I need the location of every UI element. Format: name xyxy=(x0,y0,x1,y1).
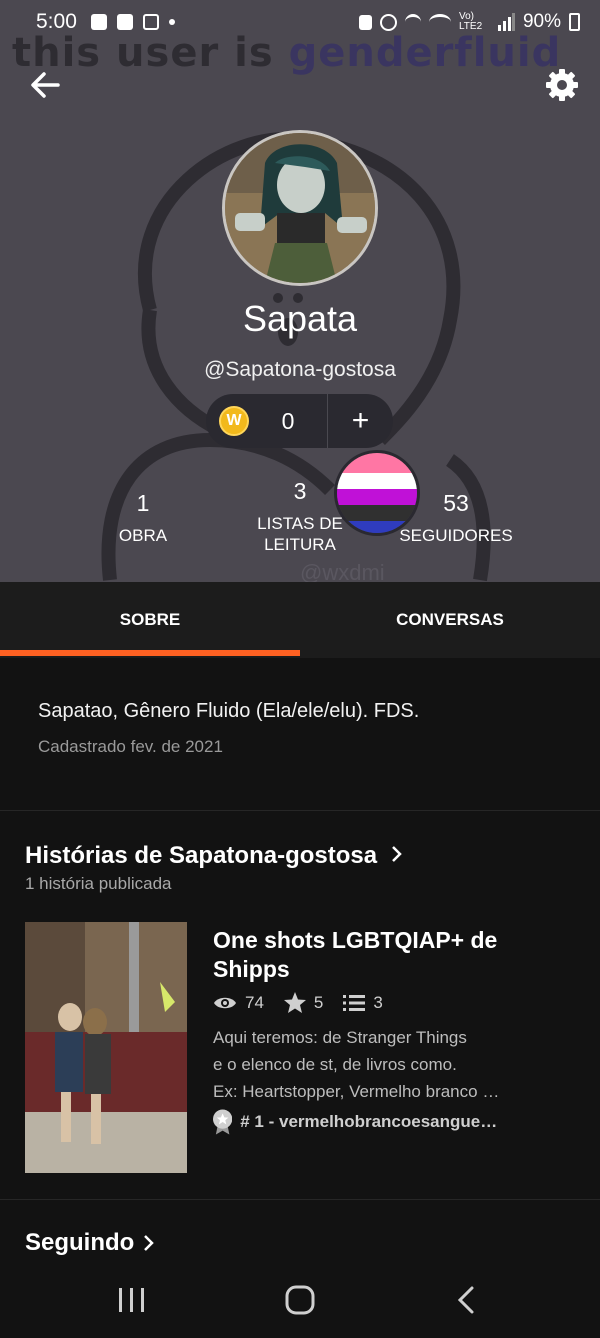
more-notifications-dot-icon xyxy=(168,19,175,25)
stories-count: 1 história publicada xyxy=(25,874,172,893)
gear-icon xyxy=(546,69,578,101)
back-chevron-icon xyxy=(457,1286,474,1314)
story-cover[interactable] xyxy=(25,922,187,1173)
stories-section-header[interactable]: Histórias de Sapatona-gostosa xyxy=(25,842,404,870)
system-icons: Vo) LTE2 90% xyxy=(358,11,580,33)
avatar[interactable] xyxy=(222,130,378,286)
stat-reading-lists[interactable]: 3 LISTAS DE LEITURA xyxy=(240,478,360,555)
list-icon xyxy=(343,994,366,1011)
status-bar: 5:00 Vo) LTE2 90% xyxy=(0,0,600,44)
story-reads-count: 74 xyxy=(245,992,264,1012)
stat-works-label: OBRA xyxy=(118,526,168,545)
profile-tabs: SOBRE CONVERSAS xyxy=(0,582,600,658)
display-name: Sapata xyxy=(242,298,358,339)
section-divider xyxy=(0,1199,600,1200)
arrow-left-icon xyxy=(31,72,60,98)
network-label: Vo) LTE2 xyxy=(458,11,483,32)
wifi-icon xyxy=(428,14,451,30)
stat-followers-label: SEGUIDORES xyxy=(399,526,513,545)
notification-icons xyxy=(90,14,175,30)
home-icon xyxy=(285,1285,315,1315)
tab-about[interactable]: SOBRE xyxy=(0,582,300,658)
coins-widget: W 0 + xyxy=(206,394,393,448)
alarm-icon xyxy=(379,13,397,31)
stat-reading-lists-value: 3 xyxy=(293,478,307,504)
story-rank-text: # 1 - vermelhobrancoesangueazul xyxy=(240,1112,503,1131)
buy-coins-button[interactable]: + xyxy=(328,404,393,438)
camera-icon xyxy=(116,14,133,30)
story-description-line: Aqui teremos: de Stranger Things xyxy=(213,1028,467,1047)
download-icon xyxy=(142,14,159,30)
story-cover-image xyxy=(25,922,187,1173)
stories-section-title: Histórias de Sapatona-gostosa xyxy=(25,842,378,869)
lock-icon xyxy=(358,14,372,30)
coin-count: 0 xyxy=(281,407,295,434)
story-title[interactable]: One shots LGBTQIAP+ de Shipps xyxy=(213,926,543,984)
joined-date: Cadastrado fev. de 2021 xyxy=(38,737,223,756)
status-time: 5:00 xyxy=(36,10,77,33)
story-reads: 74 xyxy=(213,993,264,1013)
signal-icon xyxy=(497,13,515,31)
watermark: @wxdmi xyxy=(300,560,385,582)
recent-apps-icon xyxy=(119,1288,144,1312)
story-stats: 74 5 3 xyxy=(213,992,395,1013)
story-parts: 3 xyxy=(343,992,383,1013)
settings-button[interactable] xyxy=(545,68,579,102)
story-votes: 5 xyxy=(283,992,324,1013)
coin-icon: W xyxy=(219,406,249,436)
home-button[interactable] xyxy=(280,1282,320,1318)
avatar-image xyxy=(225,133,375,283)
following-section-header[interactable]: Seguindo xyxy=(25,1229,156,1257)
active-tab-indicator xyxy=(0,650,300,656)
following-title: Seguindo xyxy=(25,1229,135,1256)
battery-icon xyxy=(569,13,580,31)
story-description-line: Ex: Heartstopper, Vermelho branco e sang… xyxy=(213,1082,503,1101)
android-nav-bar xyxy=(0,1262,600,1338)
recent-apps-button[interactable] xyxy=(112,1282,152,1318)
stat-works-value: 1 xyxy=(136,490,150,516)
image-icon xyxy=(90,14,107,30)
story-description: Aqui teremos: de Stranger Things e o ele… xyxy=(213,1024,503,1105)
story-rank[interactable]: # 1 - vermelhobrancoesangueazul xyxy=(213,1109,503,1135)
mute-icon xyxy=(404,14,421,30)
battery-percent: 90% xyxy=(522,11,561,32)
back-nav-button[interactable] xyxy=(448,1282,488,1318)
ranking-badge-icon xyxy=(213,1109,233,1135)
chevron-right-icon xyxy=(391,846,402,862)
chevron-right-icon xyxy=(144,1235,155,1251)
story-parts-count: 3 xyxy=(373,992,383,1012)
stat-followers-value: 53 xyxy=(443,490,469,516)
about-section: Sapatao, Gênero Fluido (Ela/ele/elu). FD… xyxy=(38,700,578,757)
username: @Sapatona-gostosa xyxy=(204,358,396,381)
tab-conversations[interactable]: CONVERSAS xyxy=(300,582,600,658)
stat-works[interactable]: 1 OBRA xyxy=(100,490,186,546)
story-description-line: e o elenco de st, de livros como. xyxy=(213,1055,457,1074)
section-divider xyxy=(0,810,600,811)
stat-reading-lists-label: LISTAS DE LEITURA xyxy=(257,514,343,554)
bio-text: Sapatao, Gênero Fluido (Ela/ele/elu). FD… xyxy=(38,700,420,722)
story-votes-count: 5 xyxy=(313,992,324,1012)
eye-icon xyxy=(214,997,236,1008)
star-icon xyxy=(283,992,306,1013)
back-button[interactable] xyxy=(28,68,62,102)
stat-followers[interactable]: 53 SEGUIDORES xyxy=(396,490,516,546)
